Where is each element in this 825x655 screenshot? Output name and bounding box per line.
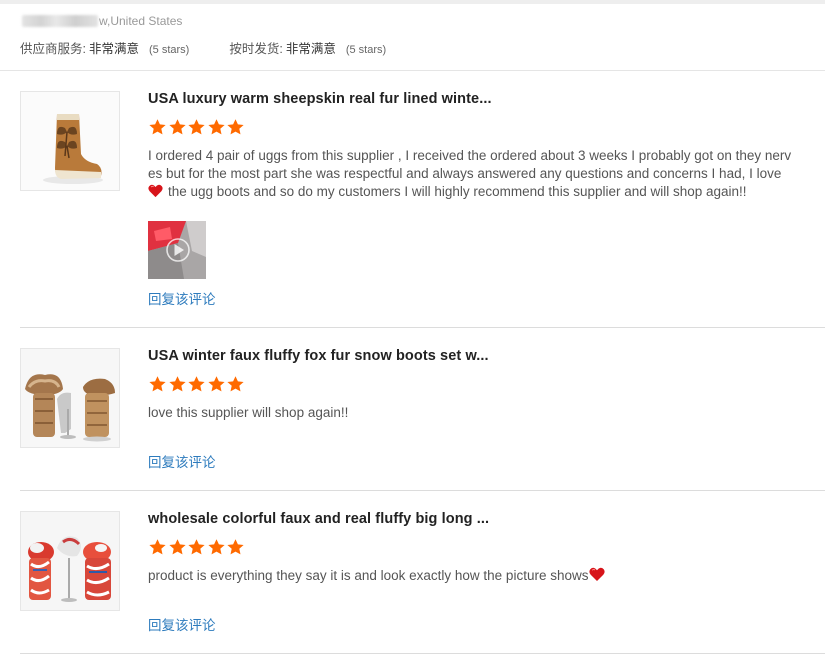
reviewer-info: w,United States [22, 14, 182, 28]
rating-stars-text: (5 stars) [149, 44, 190, 56]
review-video-thumbnail[interactable] [148, 221, 206, 279]
star-icon [187, 375, 206, 393]
review-star-rating [148, 375, 246, 393]
star-icon [168, 538, 187, 556]
review-text-line: product is everything they say it is and… [148, 568, 589, 583]
star-icon [207, 538, 226, 556]
star-icon [207, 118, 226, 136]
product-title[interactable]: USA winter faux fluffy fox fur snow boot… [148, 348, 489, 364]
star-icon [148, 118, 167, 136]
reply-to-review-link[interactable]: 回复该评论 [148, 614, 216, 634]
review-text-line: es but for the most part she was respect… [148, 166, 782, 181]
star-icon [187, 118, 206, 136]
reviewer-country: w,United States [99, 14, 183, 28]
star-icon [207, 375, 226, 393]
review-star-rating [148, 118, 246, 136]
rating-stars-text: (5 stars) [345, 44, 387, 56]
rating-value: 非常满意 [88, 42, 139, 56]
star-icon [168, 375, 187, 393]
star-icon [148, 538, 167, 556]
product-thumbnail[interactable] [20, 348, 120, 448]
review-divider [20, 327, 825, 328]
review-text: I ordered 4 pair of uggs from this suppl… [148, 147, 808, 203]
review-item: wholesale colorful faux and real fluffy … [20, 511, 825, 641]
review-text-line-with-heart: the ugg boots and so do my customers I w… [148, 183, 808, 203]
product-title[interactable]: USA luxury warm sheepskin real fur lined… [148, 91, 492, 107]
rating-supplier-service: 供应商服务: 非常满意 (5 stars) [20, 38, 189, 57]
review-item: USA winter faux fluffy fox fur snow boot… [20, 348, 825, 478]
supplier-ratings: 供应商服务: 非常满意 (5 stars) 按时发货: 非常满意 (5 star… [20, 38, 386, 57]
reply-to-review-link[interactable]: 回复该评论 [148, 288, 216, 308]
header-divider [0, 70, 825, 71]
star-icon [187, 538, 206, 556]
reply-to-review-link[interactable]: 回复该评论 [148, 451, 216, 471]
heart-icon [589, 567, 606, 587]
star-icon [168, 118, 187, 136]
review-text: product is everything they say it is and… [148, 567, 808, 587]
product-thumbnail[interactable] [20, 91, 120, 191]
product-title[interactable]: wholesale colorful faux and real fluffy … [148, 511, 489, 527]
star-icon [226, 375, 245, 393]
star-icon [148, 375, 167, 393]
review-divider [20, 490, 825, 491]
rating-label: 按时发货: [229, 42, 283, 56]
review-item: USA luxury warm sheepskin real fur lined… [20, 91, 825, 316]
review-text-line: I ordered 4 pair of uggs from this suppl… [148, 148, 792, 163]
review-text-line: the ugg boots and so do my customers I w… [168, 184, 747, 199]
heart-icon [148, 184, 163, 203]
blurred-reviewer-name [22, 15, 98, 27]
review-star-rating [148, 538, 246, 556]
star-icon [226, 538, 245, 556]
review-text: love this supplier will shop again!! [148, 405, 349, 420]
review-divider [20, 653, 825, 654]
top-rule [0, 0, 825, 4]
product-thumbnail[interactable] [20, 511, 120, 611]
rating-value: 非常满意 [285, 42, 336, 56]
rating-on-time-shipping: 按时发货: 非常满意 (5 stars) [229, 38, 386, 57]
rating-label: 供应商服务: [20, 42, 86, 56]
star-icon [226, 118, 245, 136]
